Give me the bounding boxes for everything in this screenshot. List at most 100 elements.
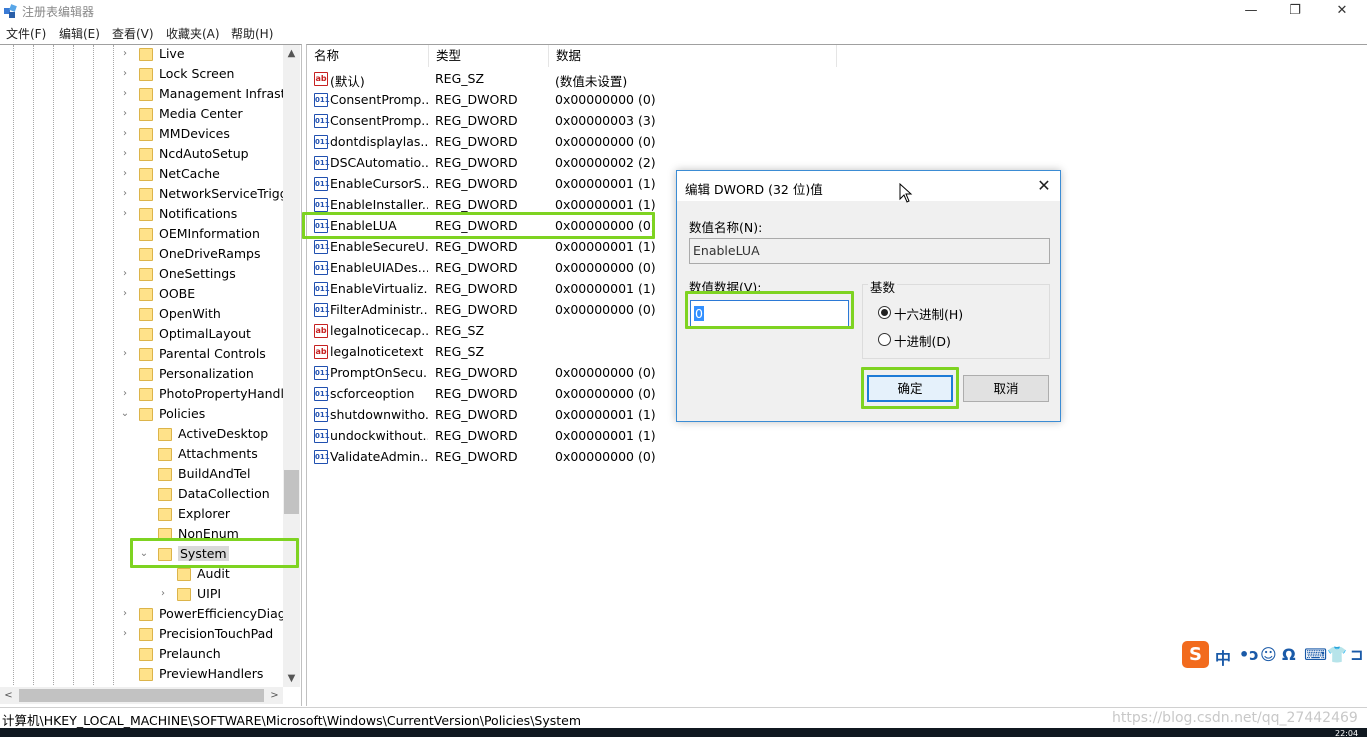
collapsed-arrow-icon[interactable]: › [120, 66, 130, 82]
column-header-name[interactable]: 名称 [307, 45, 429, 67]
tree-item[interactable]: Prelaunch [0, 645, 283, 665]
value-type: REG_SZ [435, 71, 485, 86]
tree-item-label: PrecisionTouchPad [159, 626, 274, 641]
value-row[interactable]: ab (默认) REG_SZ (数值未设置) [307, 69, 907, 90]
tree-item[interactable]: › NcdAutoSetup [0, 145, 283, 165]
tree-item[interactable]: Audit [0, 565, 283, 585]
tree-item[interactable]: › Parental Controls [0, 345, 283, 365]
collapsed-arrow-icon[interactable]: › [120, 266, 130, 282]
hex-radio-label[interactable]: 十六进制(H) [894, 304, 963, 323]
cancel-button[interactable]: 取消 [963, 375, 1049, 402]
dialog-close-icon[interactable]: ✕ [1032, 175, 1056, 197]
ime-punctuation-icon[interactable]: •ɔ [1239, 645, 1259, 664]
tree-horizontal-scrollbar[interactable]: < > [0, 687, 283, 704]
collapsed-arrow-icon[interactable]: › [120, 126, 130, 142]
tree-item[interactable]: OptimalLayout [0, 325, 283, 345]
tree-item[interactable]: ActiveDesktop [0, 425, 283, 445]
tree-item[interactable]: › OneSettings [0, 265, 283, 285]
tree-item[interactable]: Explorer [0, 505, 283, 525]
tree-item[interactable]: › MMDevices [0, 125, 283, 145]
tree-item[interactable]: › NetCache [0, 165, 283, 185]
value-data: 0x00000000 (0) [555, 260, 656, 275]
value-name: scforceoption [330, 386, 415, 401]
tree-item[interactable]: Attachments [0, 445, 283, 465]
scroll-thumb[interactable] [19, 689, 264, 702]
collapsed-arrow-icon[interactable]: › [120, 46, 130, 62]
scroll-up-arrow-icon[interactable]: ▲ [283, 45, 300, 62]
ime-voice-icon[interactable]: Ω [1282, 645, 1296, 664]
dec-radio[interactable] [878, 333, 891, 346]
collapsed-arrow-icon[interactable]: › [120, 186, 130, 202]
collapsed-arrow-icon[interactable]: › [120, 146, 130, 162]
sogou-logo-icon[interactable]: S [1182, 641, 1209, 668]
tree-item[interactable]: PreviewHandlers [0, 665, 283, 685]
value-row[interactable]: 011 undockwithout... REG_DWORD 0x00000001 (… [307, 426, 907, 447]
dword-value-icon: 011 [314, 240, 330, 254]
expanded-arrow-icon[interactable]: ⌄ [120, 406, 130, 422]
ime-emoji-icon[interactable]: ☺ [1260, 645, 1277, 664]
dec-radio-label[interactable]: 十进制(D) [894, 331, 951, 350]
value-row[interactable]: 011 ConsentPromp... REG_DWORD 0x00000000 (0… [307, 90, 907, 111]
tree-item[interactable]: Personalization [0, 365, 283, 385]
ime-skin-icon[interactable]: 👕 [1327, 645, 1347, 664]
collapsed-arrow-icon[interactable]: › [120, 626, 130, 642]
tree-item[interactable]: › NetworkServiceTrigge [0, 185, 295, 205]
scroll-left-arrow-icon[interactable]: < [0, 687, 17, 704]
tree-item[interactable]: › PhotoPropertyHandle [0, 385, 292, 405]
tree-item[interactable]: OEMInformation [0, 225, 283, 245]
tree-item[interactable]: › Lock Screen [0, 65, 283, 85]
menu-edit[interactable]: 编辑(E) [59, 25, 100, 42]
folder-icon [139, 348, 153, 361]
column-header-type[interactable]: 类型 [429, 45, 549, 67]
menu-file[interactable]: 文件(F) [6, 25, 46, 42]
collapsed-arrow-icon[interactable]: › [158, 586, 168, 602]
key-tree[interactable]: › Live › Lock Screen › Management Infrastr › Me… [0, 44, 302, 706]
value-row[interactable]: 011 ConsentPromp... REG_DWORD 0x00000003 (3… [307, 111, 907, 132]
minimize-button[interactable]: — [1228, 0, 1274, 23]
tree-item[interactable]: DataCollection [0, 485, 283, 505]
scroll-thumb[interactable] [284, 470, 299, 514]
collapsed-arrow-icon[interactable]: › [120, 606, 130, 622]
collapsed-arrow-icon[interactable]: › [120, 86, 130, 102]
value-row[interactable]: 011 dontdisplaylas... REG_DWORD 0x00000000 … [307, 132, 907, 153]
value-row[interactable]: 011 ValidateAdmin... REG_DWORD 0x00000000 (… [307, 447, 907, 468]
scroll-right-arrow-icon[interactable]: > [266, 687, 283, 704]
menu-view[interactable]: 查看(V) [112, 25, 154, 42]
scroll-down-arrow-icon[interactable]: ▼ [283, 670, 300, 687]
collapsed-arrow-icon[interactable]: › [120, 206, 130, 222]
tree-item[interactable]: › PrecisionTouchPad [0, 625, 283, 645]
tree-item[interactable]: › Media Center [0, 105, 283, 125]
value-type: REG_DWORD [435, 281, 518, 296]
tree-vertical-scrollbar[interactable]: ▲ ▼ [283, 45, 300, 687]
ime-keyboard-icon[interactable]: ⌨ [1304, 645, 1327, 664]
tree-item[interactable]: BuildAndTel [0, 465, 283, 485]
tree-item[interactable]: › OOBE [0, 285, 283, 305]
collapsed-arrow-icon[interactable]: › [120, 106, 130, 122]
tree-item-label: OptimalLayout [159, 326, 251, 341]
collapsed-arrow-icon[interactable]: › [120, 346, 130, 362]
collapsed-arrow-icon[interactable]: › [120, 386, 130, 402]
collapsed-arrow-icon[interactable]: › [120, 166, 130, 182]
column-header-data[interactable]: 数据 [549, 45, 837, 67]
maximize-button[interactable]: ❐ [1272, 0, 1318, 23]
ime-toolbox-icon[interactable]: ⊐ [1350, 645, 1363, 664]
hex-radio[interactable] [878, 306, 891, 319]
ime-chinese-mode-icon[interactable]: 中 [1215, 645, 1231, 669]
value-data: 0x00000001 (1) [555, 176, 656, 191]
folder-icon [139, 328, 153, 341]
close-window-button[interactable]: ✕ [1319, 0, 1365, 23]
tree-item[interactable]: › Management Infrastr [0, 85, 291, 105]
tree-item[interactable]: › Live [0, 45, 283, 65]
tree-item[interactable]: OpenWith [0, 305, 283, 325]
menu-favorites[interactable]: 收藏夹(A) [166, 25, 220, 42]
tree-item[interactable]: OneDriveRamps [0, 245, 283, 265]
value-data: 0x00000003 (3) [555, 113, 656, 128]
collapsed-arrow-icon[interactable]: › [120, 286, 130, 302]
tree-item[interactable]: › UIPI [0, 585, 283, 605]
tree-item-label: Notifications [159, 206, 238, 221]
folder-icon [139, 308, 153, 321]
menu-help[interactable]: 帮助(H) [231, 25, 273, 42]
tree-item[interactable]: › PowerEfficiencyDiagn [0, 605, 294, 625]
tree-item[interactable]: › Notifications [0, 205, 283, 225]
tree-item[interactable]: ⌄ Policies [0, 405, 283, 425]
